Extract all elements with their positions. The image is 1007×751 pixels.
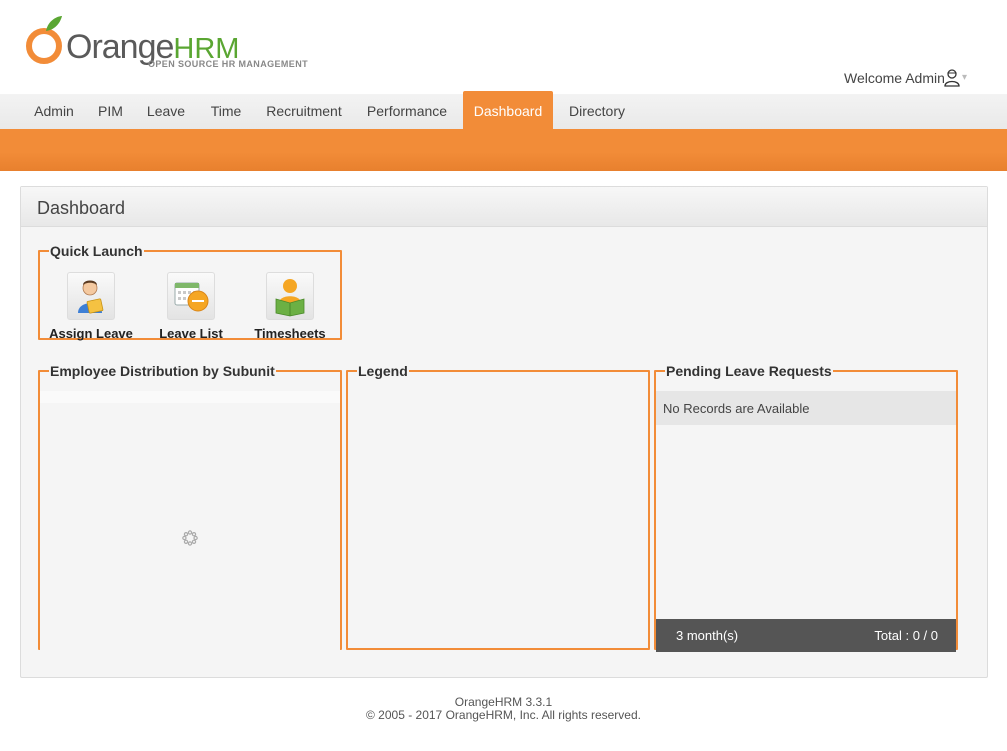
page-footer: OrangeHRM 3.3.1 © 2005 - 2017 OrangeHRM,… [0, 696, 1007, 722]
empty-message: No Records are Available [663, 401, 810, 416]
total-count: Total : 0 / 0 [874, 628, 938, 643]
pending-leave-box: Pending Leave Requests No Records are Av… [654, 363, 958, 652]
logo-tagline: OPEN SOURCE HR MANAGEMENT [148, 59, 309, 69]
employee-distribution-title: Employee Distribution by Subunit [50, 363, 275, 379]
copyright-text: © 2005 - 2017 OrangeHRM, Inc. All rights… [366, 708, 641, 722]
orangehrm-link[interactable]: OrangeHRM, Inc [446, 708, 536, 722]
quick-launch-box: Quick Launch Assign Leave Leave List Tim… [38, 243, 342, 341]
period-label: 3 month(s) [676, 628, 739, 643]
quick-launch-label[interactable]: Leave List [141, 326, 241, 341]
timesheets-icon[interactable] [266, 272, 314, 320]
chevron-down-icon[interactable]: ▾ [962, 72, 967, 83]
page-title: Dashboard [37, 198, 126, 218]
menu-item-pim[interactable]: PIM [88, 94, 133, 129]
welcome-link[interactable]: Welcome Admin [844, 70, 945, 86]
legend-title: Legend [358, 363, 408, 379]
assign-leave-icon[interactable] [67, 272, 115, 320]
quick-launch-assign-leave[interactable]: Assign Leave [41, 272, 141, 341]
quick-launch-label[interactable]: Assign Leave [41, 326, 141, 341]
orangehrm-logo: OrangeHRM OPEN SOURCE HR MANAGEMENT [24, 14, 324, 74]
menu-item-recruitment[interactable]: Recruitment [256, 94, 352, 129]
user-icon[interactable] [944, 69, 960, 87]
menu-item-dashboard[interactable]: Dashboard [463, 91, 553, 129]
menu-item-time[interactable]: Time [200, 94, 252, 129]
list-item: No Records are Available [656, 391, 956, 425]
quick-launch-timesheets[interactable]: Timesheets [240, 272, 340, 341]
pending-leave-footer: 3 month(s) Total : 0 / 0 [656, 619, 956, 652]
quick-launch-label[interactable]: Timesheets [240, 326, 340, 341]
leave-list-icon[interactable] [167, 272, 215, 320]
employee-distribution-box: Employee Distribution by Subunit [38, 363, 342, 660]
legend-box: Legend [346, 364, 650, 650]
orange-logo-icon [26, 16, 62, 64]
pending-leave-title: Pending Leave Requests [666, 363, 832, 379]
submenu-bar [0, 129, 1007, 171]
loading-spinner-icon [182, 530, 198, 546]
main-menu: Admin PIM Leave Time Recruitment Perform… [0, 91, 1007, 129]
menu-item-leave[interactable]: Leave [136, 94, 196, 129]
panel-header: Dashboard [21, 187, 987, 227]
menu-item-admin[interactable]: Admin [22, 94, 86, 129]
quick-launch-leave-list[interactable]: Leave List [141, 272, 241, 341]
menu-item-directory[interactable]: Directory [558, 94, 636, 129]
menu-item-performance[interactable]: Performance [357, 94, 457, 129]
chart-area [40, 391, 340, 660]
quick-launch-title: Quick Launch [50, 243, 143, 259]
